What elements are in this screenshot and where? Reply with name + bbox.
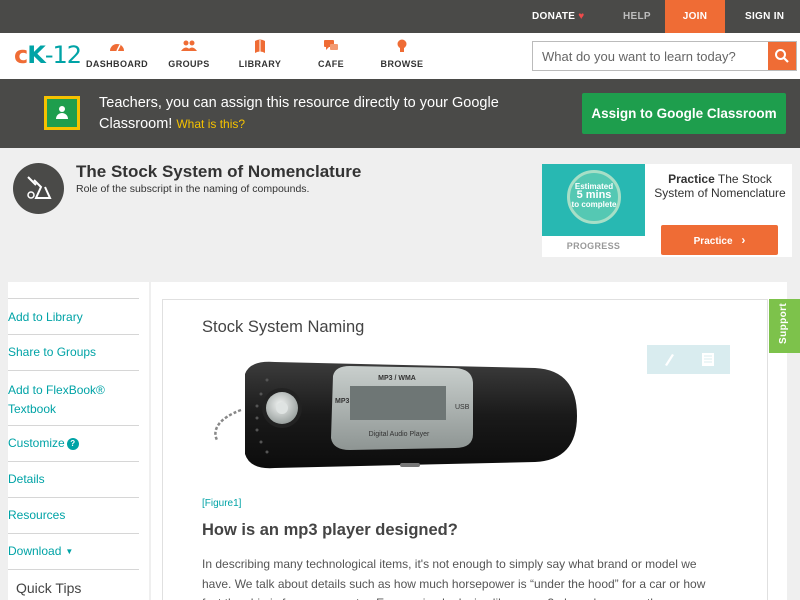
estimate-to-complete: to complete <box>571 200 617 209</box>
top-bar: DONATE ♥ HELP JOIN SIGN IN <box>0 0 800 33</box>
body-paragraph: In describing many technological items, … <box>202 557 706 600</box>
mp3-player-image: MP3 / WMA Digital Audio Player MP3 USB <box>205 354 585 479</box>
support-tab[interactable]: Support <box>769 299 800 353</box>
search-icon <box>775 49 789 63</box>
caret-down-icon: ▼ <box>65 547 74 556</box>
mp3-screen-bottom-text: Digital Audio Player <box>369 431 430 438</box>
page-subtitle: Role of the subscript in the naming of c… <box>76 183 310 195</box>
google-classroom-icon <box>44 96 80 130</box>
mp3-usb-text: USB <box>455 404 470 411</box>
ck12-logo[interactable]: cK-12 <box>14 41 82 71</box>
customize-label: Customize <box>8 436 65 450</box>
estimate-text: Estimated 5 mins to complete <box>567 182 621 209</box>
logo-c: c <box>14 41 28 69</box>
groups-people-icon <box>154 39 224 57</box>
chemistry-flask-icon <box>13 163 64 214</box>
nav-library[interactable]: LIBRARY <box>225 39 295 69</box>
library-book-icon <box>225 39 295 57</box>
chevron-right-icon: › <box>741 233 746 247</box>
add-to-library-link[interactable]: Add to Library <box>8 298 139 335</box>
figure-caption[interactable]: [Figure1] <box>202 498 241 509</box>
nav-cafe[interactable]: CAFE <box>296 39 366 69</box>
customize-link[interactable]: Customize? <box>8 426 139 462</box>
section-question: How is an mp3 player designed? <box>202 521 458 539</box>
section-title: Stock System Naming <box>202 318 365 336</box>
details-link[interactable]: Details <box>8 462 139 498</box>
help-question-icon[interactable]: ? <box>66 438 79 450</box>
nav-groups[interactable]: GROUPS <box>154 39 224 69</box>
donate-label: DONATE <box>532 11 576 22</box>
practice-button-label: Practice <box>693 236 733 247</box>
resources-link[interactable]: Resources <box>8 498 139 534</box>
banner-message: Teachers, you can assign this resource d… <box>99 95 499 132</box>
progress-label: PROGRESS <box>566 241 621 251</box>
nav-dashboard[interactable]: DASHBOARD <box>82 39 152 69</box>
download-label: Download <box>8 544 62 558</box>
nav-groups-label: GROUPS <box>168 59 210 69</box>
search-box <box>532 41 797 71</box>
edit-tools <box>647 345 730 374</box>
share-to-groups-link[interactable]: Share to Groups <box>8 335 139 371</box>
notes-icon[interactable] <box>702 353 714 366</box>
practice-title-bold: Practice <box>668 172 715 186</box>
support-label: Support <box>778 302 789 344</box>
browse-bulb-icon <box>367 39 437 57</box>
banner-text: Teachers, you can assign this resource d… <box>99 93 539 135</box>
search-input[interactable] <box>533 42 769 70</box>
donate-link[interactable]: DONATE ♥ <box>532 0 585 33</box>
quick-tips-heading: Quick Tips <box>16 580 82 596</box>
cafe-chat-icon <box>296 39 366 57</box>
nav-cafe-label: CAFE <box>317 59 345 69</box>
help-link[interactable]: HELP <box>623 0 651 33</box>
pencil-icon[interactable] <box>665 354 674 366</box>
mp3-screen-top-text: MP3 / WMA <box>378 375 416 382</box>
join-button[interactable]: JOIN <box>665 0 725 33</box>
add-to-flexbook-link[interactable]: Add to FlexBook® Textbook <box>8 371 139 426</box>
mp3-badge-text: MP3 <box>335 398 350 405</box>
practice-thumbnail: Estimated 5 mins to complete <box>542 164 645 236</box>
nav-dashboard-label: DASHBOARD <box>85 59 149 69</box>
practice-card: Estimated 5 mins to complete PROGRESS Pr… <box>542 164 792 257</box>
practice-button[interactable]: Practice › <box>661 225 778 255</box>
what-is-this-link[interactable]: What is this? <box>176 117 245 131</box>
nav-browse-label: BROWSE <box>380 59 424 69</box>
estimate-minutes: 5 mins <box>576 189 612 201</box>
nav-browse[interactable]: BROWSE <box>367 39 437 69</box>
nav-library-label: LIBRARY <box>238 59 282 69</box>
logo-k: K <box>27 41 46 69</box>
logo-num: -12 <box>44 41 82 69</box>
assign-google-classroom-button[interactable]: Assign to Google Classroom <box>582 93 786 134</box>
heart-icon: ♥ <box>578 11 585 22</box>
practice-title: Practice The Stock System of Nomenclatur… <box>654 172 786 200</box>
dashboard-gauge-icon <box>82 39 152 57</box>
page-title: The Stock System of Nomenclature <box>76 162 362 181</box>
sign-in-link[interactable]: SIGN IN <box>745 0 784 33</box>
download-link[interactable]: Download ▼ <box>8 534 139 570</box>
search-button[interactable] <box>768 42 796 70</box>
